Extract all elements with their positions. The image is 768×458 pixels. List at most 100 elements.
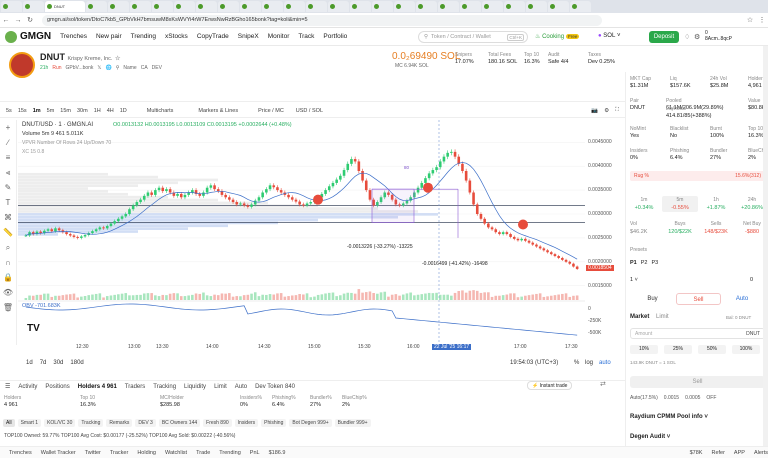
tab-auto[interactable]: Auto — [235, 384, 247, 390]
trendline-icon[interactable]: ∕ — [0, 135, 16, 150]
status-item-9[interactable]: $186.9 — [269, 450, 286, 456]
interval-1m[interactable]: 1m — [33, 108, 41, 114]
pct-10%[interactable]: 10% — [630, 345, 658, 354]
nav-link-new-pair[interactable]: New pair — [96, 33, 122, 40]
browser-tab[interactable] — [460, 1, 481, 12]
pattern-icon[interactable]: ⌘ — [0, 210, 16, 225]
brush-icon[interactable]: ✎ — [0, 180, 16, 195]
interval-1H[interactable]: 1H — [94, 108, 101, 114]
log-toggle[interactable]: log — [585, 360, 593, 366]
stat-audit[interactable]: Audit Safe 4/4 — [548, 52, 569, 66]
multicharts-button[interactable]: Multicharts — [147, 108, 174, 114]
amount-input[interactable]: Amount DNUT — [630, 328, 765, 339]
sell-submit-button[interactable]: Sell — [630, 376, 765, 388]
status-item-11[interactable]: Refer — [711, 450, 724, 456]
preset-P3[interactable]: P3 — [651, 260, 658, 266]
browser-tab[interactable] — [284, 1, 305, 12]
chain-selector[interactable]: ● SOL ˅ — [598, 33, 621, 39]
browser-tab[interactable]: DNUT — [45, 1, 85, 12]
back-icon[interactable]: ← — [0, 17, 12, 24]
nav-link-trenches[interactable]: Trenches — [60, 33, 87, 40]
buy-tab[interactable]: Buy — [630, 293, 675, 305]
range-1d[interactable]: 1d — [26, 360, 33, 366]
fib-icon[interactable]: ⫷ — [0, 165, 16, 180]
chart-svg[interactable] — [18, 120, 585, 344]
search-input[interactable]: ⚲ Token / Contract / Wallet Ctrl+K — [418, 31, 528, 43]
tf-5m[interactable]: 5m -0.55% — [662, 196, 698, 212]
range-180d[interactable]: 180d — [70, 360, 83, 366]
interval-30m[interactable]: 30m — [77, 108, 88, 114]
browser-tab[interactable] — [240, 1, 261, 12]
ruler-icon[interactable]: 📏 — [0, 225, 16, 240]
browser-tab[interactable] — [328, 1, 349, 12]
interval-5s[interactable]: 5s — [6, 108, 12, 114]
range-30d[interactable]: 30d — [53, 360, 63, 366]
trash-icon[interactable]: 🗑 — [0, 300, 16, 315]
status-item-6[interactable]: Trade — [196, 450, 210, 456]
menu-icon[interactable]: ⋮ — [756, 16, 768, 24]
markers-lines-button[interactable]: Markers & Lines — [198, 108, 238, 114]
deposit-button[interactable]: Deposit — [649, 31, 679, 43]
wallet-menu[interactable]: 0 8Acm..8qcP — [705, 30, 732, 42]
interval-1D[interactable]: 1D — [120, 108, 127, 114]
tab-activity[interactable]: Activity — [18, 384, 37, 390]
browser-tab[interactable] — [174, 1, 195, 12]
token-link-dev[interactable]: DEV — [152, 65, 162, 71]
filter-6[interactable]: BC Owners 144 — [158, 419, 201, 427]
expand-icon[interactable]: ⇄ — [600, 380, 606, 388]
browser-tab[interactable] — [196, 1, 217, 12]
pct-100%[interactable]: 100% — [732, 345, 760, 354]
status-item-5[interactable]: Watchlist — [165, 450, 187, 456]
page-scrollbar[interactable] — [763, 46, 768, 446]
interval-15s[interactable]: 15s — [18, 108, 27, 114]
browser-tab[interactable] — [504, 1, 525, 12]
setting-1[interactable]: 0.0015 — [664, 395, 679, 401]
setting-3[interactable]: OFF — [706, 395, 716, 401]
twitter-icon[interactable]: 𝕏 — [97, 65, 101, 71]
star-icon[interactable]: ☆ — [115, 56, 120, 62]
filter-10[interactable]: Bot Degen 999+ — [289, 419, 332, 427]
zoom-icon[interactable]: ⌕ — [0, 240, 16, 255]
price-chart[interactable]: DNUT/USD · 1 · GMGN.AI O0.0013132 H0.001… — [18, 120, 585, 344]
filter-8[interactable]: Insiders — [234, 419, 259, 427]
browser-tab[interactable] — [152, 1, 173, 12]
star-icon[interactable]: ☆ — [744, 16, 756, 24]
url-field[interactable]: gmgn.ai/sol/token/DtoC7kb5_GPbVkH7bmsuwM… — [42, 14, 602, 26]
token-link-name[interactable]: Name — [123, 65, 136, 71]
tab-limit[interactable]: Limit — [214, 384, 227, 390]
browser-tab[interactable] — [548, 1, 569, 12]
limit-tab[interactable]: Limit — [656, 314, 669, 320]
lock-icon[interactable]: 🔒 — [0, 270, 16, 285]
bell-icon[interactable]: ♢ — [684, 33, 690, 41]
browser-tab[interactable] — [130, 1, 151, 12]
status-item-2[interactable]: Twitter — [85, 450, 101, 456]
filter-3[interactable]: Tracking — [78, 419, 104, 427]
status-item-7[interactable]: Trending — [219, 450, 241, 456]
text-icon[interactable]: T — [0, 195, 16, 210]
interval-5m[interactable]: 5m — [47, 108, 55, 114]
nav-link-snipex[interactable]: SnipeX — [238, 33, 259, 40]
preset-P2[interactable]: P2 — [641, 260, 648, 266]
filter-4[interactable]: Remarks — [106, 419, 133, 427]
status-item-1[interactable]: Wallet Tracker — [41, 450, 76, 456]
price-mc-toggle[interactable]: Price / MC — [258, 108, 284, 114]
fullscreen-icon[interactable]: ⛶ — [615, 107, 619, 114]
filter-2[interactable]: KOL/VC 30 — [44, 419, 76, 427]
market-tab[interactable]: Market — [630, 314, 649, 320]
preset-P1[interactable]: P1 — [630, 260, 637, 266]
usd-sol-toggle[interactable]: USD / SOL — [296, 108, 323, 114]
filter-9[interactable]: Phishing — [261, 419, 287, 427]
interval-15m[interactable]: 15m — [60, 108, 71, 114]
tab-dev[interactable]: Dev Token 840 — [255, 384, 295, 390]
filter-7[interactable]: Fresh 890 — [203, 419, 232, 427]
filter-1[interactable]: Smart 1 — [17, 419, 42, 427]
cooking-button[interactable]: ♨ Cooking Free — [535, 33, 580, 40]
nav-link-copytrade[interactable]: CopyTrade — [197, 33, 229, 40]
auto-toggle[interactable]: auto — [599, 360, 611, 366]
magnet-icon[interactable]: ∩ — [0, 255, 16, 270]
filter-5[interactable]: DEV 3 — [135, 419, 156, 427]
status-item-13[interactable]: Alerts — [754, 450, 768, 456]
gmgn-logo[interactable]: GMGN — [5, 30, 51, 43]
browser-tab[interactable] — [23, 1, 44, 12]
browser-tab[interactable] — [438, 1, 459, 12]
